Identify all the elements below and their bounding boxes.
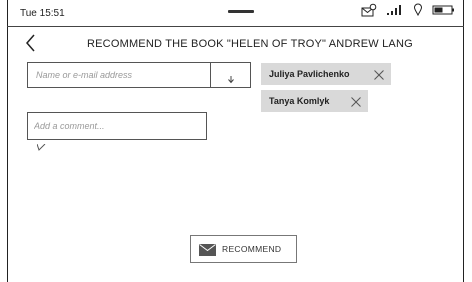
- recipient-chip-label: Juliya Pavlichenko: [269, 69, 350, 79]
- arrow-down-icon: [227, 71, 235, 89]
- comment-input[interactable]: [28, 113, 206, 139]
- chat-wifi-icon: [361, 3, 377, 22]
- close-icon[interactable]: [350, 95, 362, 107]
- location-icon: [413, 3, 423, 21]
- recommend-button[interactable]: RECOMMEND: [190, 235, 297, 263]
- status-icons: [361, 3, 456, 22]
- status-bar: Tue 15:51: [7, 0, 464, 27]
- envelope-icon: [199, 243, 216, 256]
- battery-icon: [432, 3, 456, 21]
- signal-icon: [386, 3, 404, 21]
- recipient-dropdown-button[interactable]: [210, 63, 250, 87]
- close-icon[interactable]: [373, 68, 385, 80]
- chevron-left-icon[interactable]: [21, 31, 43, 55]
- pull-down-handle[interactable]: [228, 10, 254, 13]
- recipient-chip: Tanya Komlyk: [261, 90, 368, 112]
- recipient-chip: Juliya Pavlichenko: [261, 63, 391, 85]
- recipient-chip-label: Tanya Komlyk: [269, 96, 330, 106]
- comment-box: [27, 112, 207, 140]
- comment-bubble-tail: [36, 139, 47, 157]
- recipient-input[interactable]: [28, 63, 210, 87]
- status-time: Tue 15:51: [20, 8, 65, 19]
- header: RECOMMEND THE BOOK "HELEN OF TROY" ANDRE…: [7, 28, 464, 58]
- recipient-field: [27, 62, 251, 88]
- recommend-label: RECOMMEND: [222, 244, 282, 254]
- page-title: RECOMMEND THE BOOK "HELEN OF TROY" ANDRE…: [87, 38, 413, 50]
